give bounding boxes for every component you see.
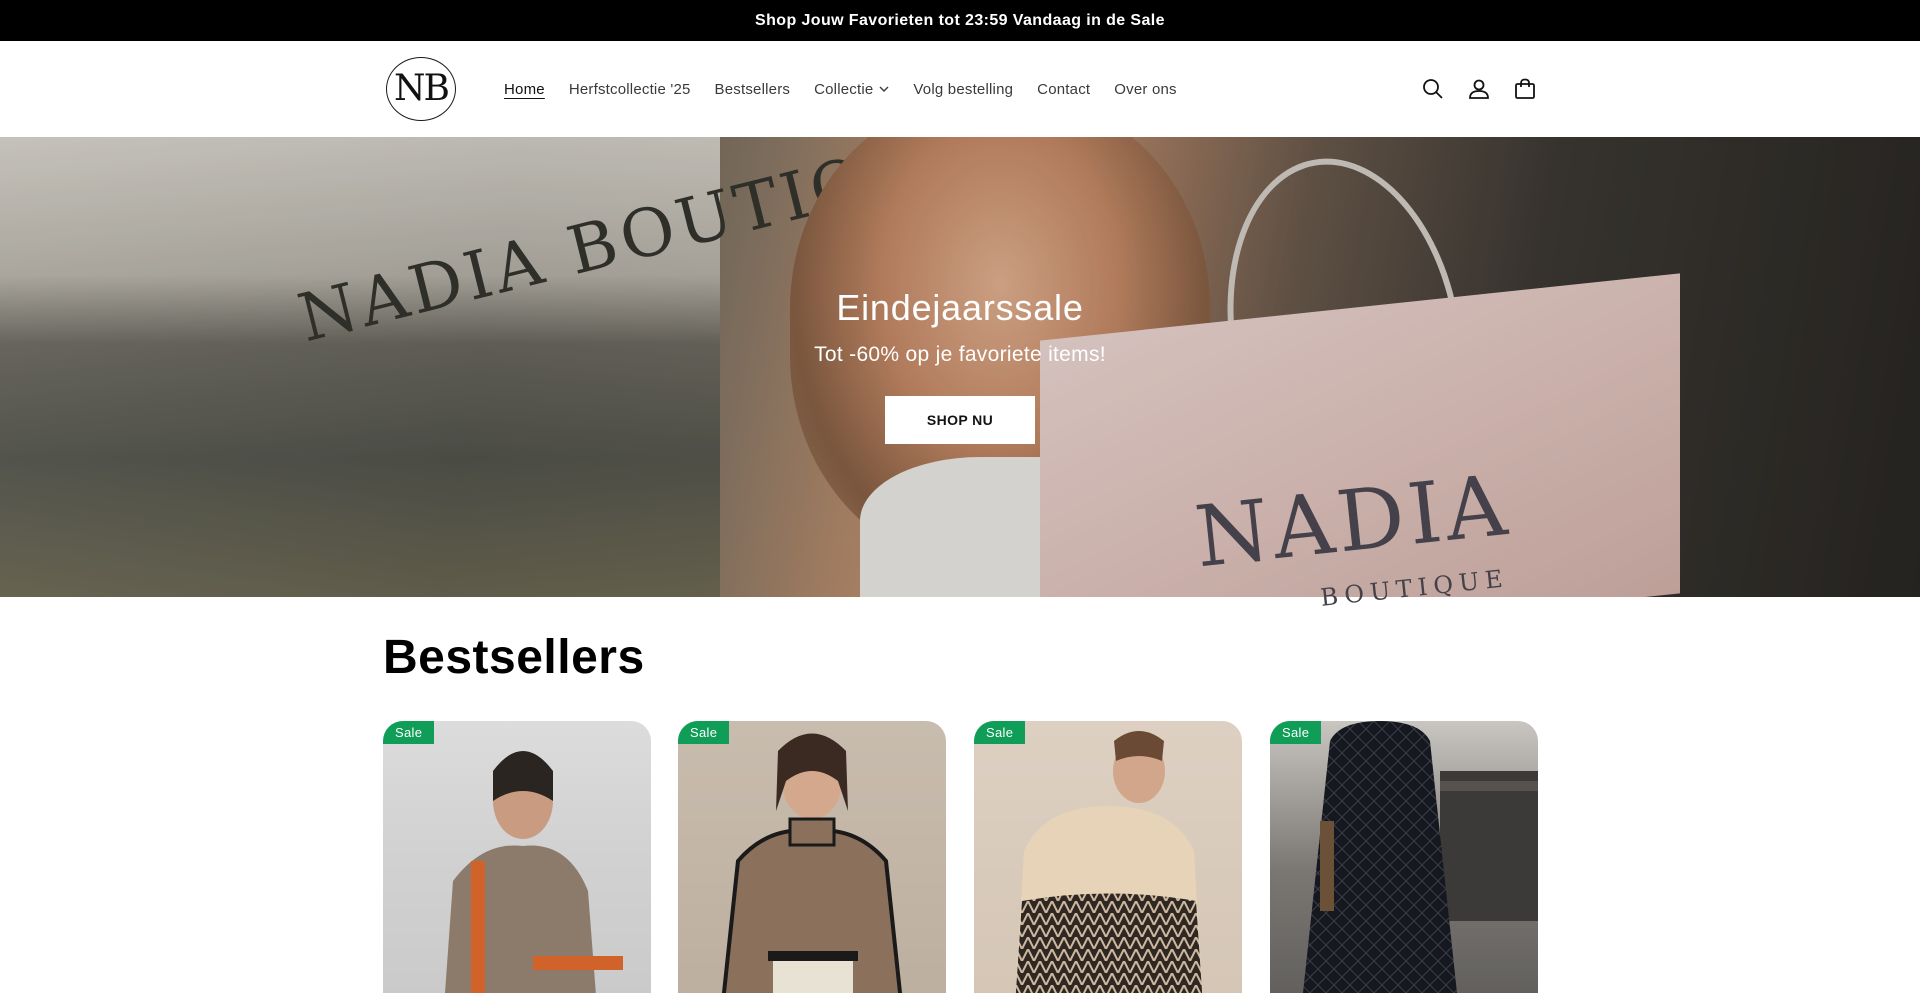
- hero-subtitle: Tot -60% op je favoriete items!: [814, 343, 1106, 366]
- site-header: NB Home Herfstcollectie '25 Bestsellers …: [0, 41, 1920, 137]
- product-card[interactable]: Sale: [974, 721, 1242, 993]
- nav-over-ons-label: Over ons: [1114, 80, 1177, 98]
- product-card[interactable]: Sale: [678, 721, 946, 993]
- hero-content: Eindejaarssale Tot -60% op je favoriete …: [0, 137, 1920, 597]
- nav-home[interactable]: Home: [492, 81, 557, 98]
- cart-icon[interactable]: [1502, 71, 1548, 107]
- nav-contact-label: Contact: [1037, 80, 1091, 98]
- product-image: [1270, 721, 1538, 993]
- product-card[interactable]: Sale: [1270, 721, 1538, 993]
- nav-collectie[interactable]: Collectie: [802, 81, 901, 98]
- chevron-down-icon: [879, 86, 889, 92]
- product-image: [383, 721, 651, 993]
- hero-title: Eindejaarssale: [836, 287, 1084, 328]
- nav-bestsellers-label: Bestsellers: [714, 80, 791, 98]
- announcement-text: Shop Jouw Favorieten tot 23:59 Vandaag i…: [755, 11, 1165, 29]
- main-nav: Home Herfstcollectie '25 Bestsellers Col…: [492, 41, 1189, 137]
- nav-herfstcollectie-label: Herfstcollectie '25: [568, 80, 691, 98]
- search-icon[interactable]: [1410, 71, 1456, 107]
- nav-home-label: Home: [504, 80, 545, 98]
- header-icons: [1410, 71, 1548, 107]
- product-card[interactable]: Sale: [383, 721, 651, 993]
- nav-volg-bestelling[interactable]: Volg bestelling: [901, 81, 1025, 98]
- sale-badge: Sale: [974, 721, 1026, 744]
- announcement-bar: Shop Jouw Favorieten tot 23:59 Vandaag i…: [0, 0, 1920, 41]
- nav-volg-bestelling-label: Volg bestelling: [913, 80, 1014, 98]
- section-title: Bestsellers: [383, 631, 645, 684]
- nav-herfstcollectie[interactable]: Herfstcollectie '25: [557, 81, 703, 98]
- logo-text: NB: [394, 67, 450, 109]
- sale-badge: Sale: [383, 721, 435, 744]
- account-icon[interactable]: [1456, 71, 1502, 107]
- shop-now-button[interactable]: SHOP NU: [885, 396, 1035, 444]
- product-image: [974, 721, 1242, 993]
- logo[interactable]: NB: [386, 57, 456, 121]
- sale-badge: Sale: [678, 721, 730, 744]
- sale-badge: Sale: [1270, 721, 1322, 744]
- nav-collectie-label: Collectie: [814, 80, 874, 98]
- nav-over-ons[interactable]: Over ons: [1102, 81, 1188, 98]
- nav-contact[interactable]: Contact: [1025, 81, 1102, 98]
- nav-bestsellers[interactable]: Bestsellers: [703, 81, 803, 98]
- product-image: [678, 721, 946, 993]
